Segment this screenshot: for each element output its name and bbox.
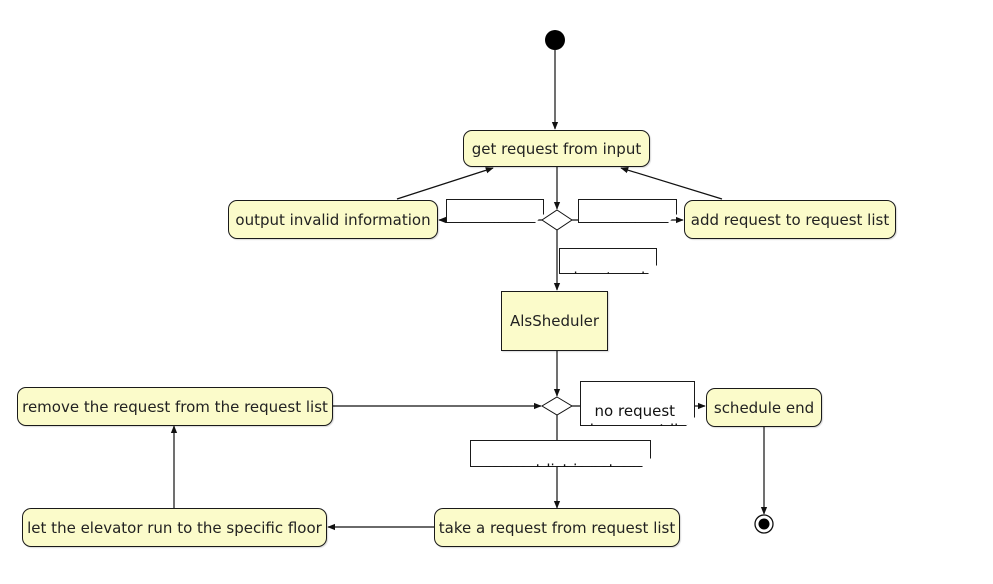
final-node-inner [758,518,770,530]
activity-get-request-from-input[interactable]: get request from input [463,130,650,167]
activity-schedule-end[interactable]: schedule end [706,388,822,427]
activity-label: schedule end [713,398,815,417]
activity-label: remove the request from the request list [22,397,328,416]
activity-output-invalid-information[interactable]: output invalid information [228,200,438,239]
guard-note-no-request: no request in request list [580,381,695,426]
activity-label: output invalid information [235,210,431,229]
edge-add-request-to-get-request [620,167,723,200]
decision-node-input [541,209,573,231]
guard-note-input-end: input end [559,248,657,274]
activity-take-request-from-list[interactable]: take a request from request list [434,508,680,547]
activity-label: add request to request list [690,210,890,229]
activity-label: take a request from request list [438,518,676,537]
guard-note-valid-input: valid input [578,199,677,223]
edge-output-invalid-to-get-request [396,167,494,200]
guard-note-invalid-input: invalid input [446,199,544,223]
activity-als-scheduler[interactable]: AlsSheduler [501,291,608,351]
activity-label: let the elevator run to the specific flo… [27,518,322,537]
decision-node-schedule [541,396,573,416]
activity-remove-request-from-list[interactable]: remove the request from the request list [17,387,333,426]
initial-node [545,30,565,50]
activity-label: AlsSheduler [509,312,600,330]
guard-note-list-not-empty: request list is not empty [470,440,651,467]
activity-label: get request from input [471,139,642,158]
activity-diagram-canvas [170,30,774,534]
activity-add-request-to-request-list[interactable]: add request to request list [684,200,896,239]
activity-let-elevator-run[interactable]: let the elevator run to the specific flo… [22,508,327,547]
